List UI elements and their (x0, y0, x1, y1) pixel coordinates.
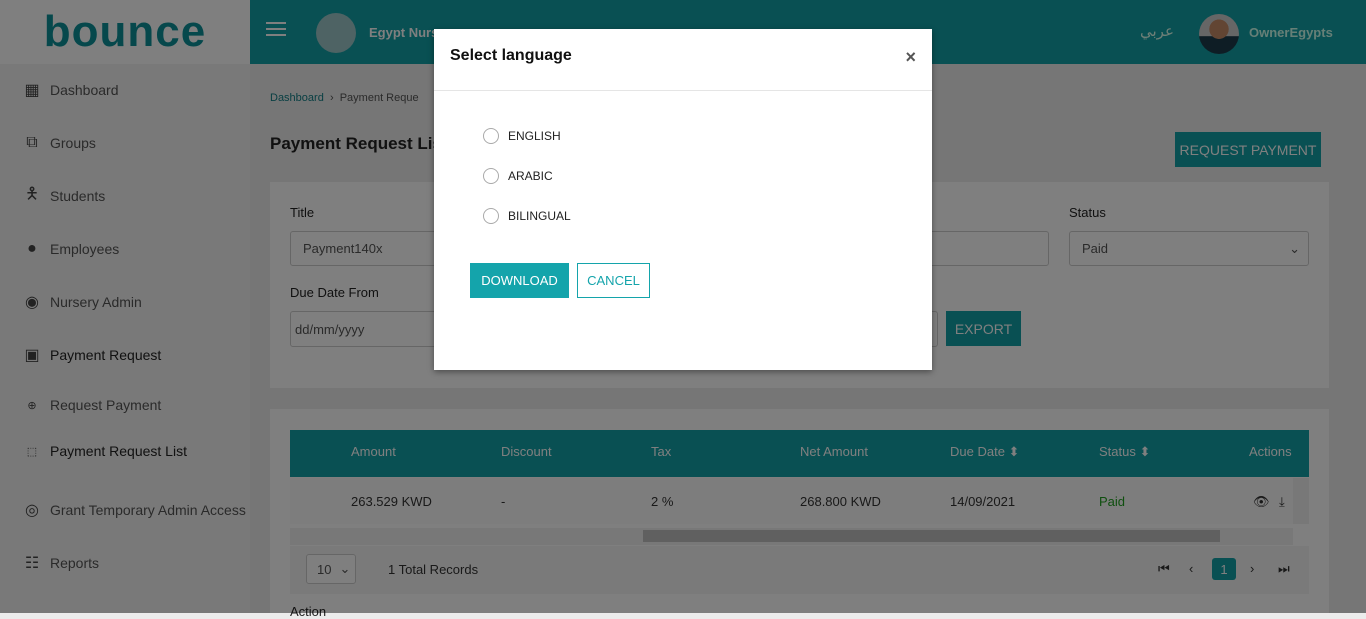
close-icon[interactable]: × (905, 47, 916, 68)
radio-icon[interactable] (483, 208, 499, 224)
select-language-modal: Select language × ENGLISH ARABIC BILINGU… (434, 29, 932, 370)
radio-bilingual[interactable]: BILINGUAL (483, 208, 571, 224)
download-button[interactable]: DOWNLOAD (470, 263, 569, 298)
radio-icon[interactable] (483, 128, 499, 144)
divider (434, 90, 932, 91)
cancel-button[interactable]: CANCEL (577, 263, 650, 298)
radio-label: ENGLISH (508, 129, 561, 143)
modal-title: Select language (450, 47, 572, 64)
radio-arabic[interactable]: ARABIC (483, 168, 553, 184)
radio-english[interactable]: ENGLISH (483, 128, 561, 144)
radio-icon[interactable] (483, 168, 499, 184)
radio-label: BILINGUAL (508, 209, 571, 223)
radio-label: ARABIC (508, 169, 553, 183)
